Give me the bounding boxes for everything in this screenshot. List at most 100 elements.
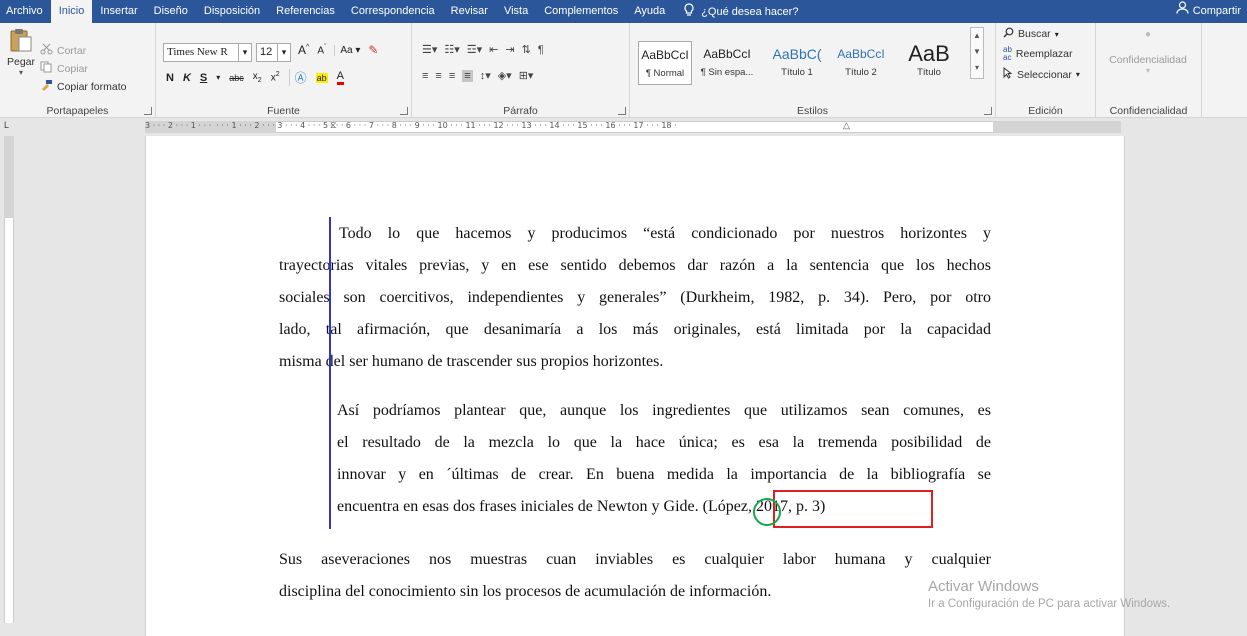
- font-color-icon[interactable]: A: [336, 70, 344, 85]
- select-button[interactable]: Seleccionar ▾: [1003, 66, 1080, 82]
- shading-icon[interactable]: ◈▾: [498, 69, 512, 82]
- confidentiality-group-label: Confidencialidad: [1109, 105, 1188, 117]
- superscript-icon[interactable]: x2: [271, 71, 280, 83]
- underline-icon[interactable]: S: [200, 72, 207, 84]
- tab-disposicion[interactable]: Disposición: [196, 0, 268, 23]
- first-line-indent-marker[interactable]: ⧖: [330, 120, 336, 131]
- tab-revisar[interactable]: Revisar: [443, 0, 496, 23]
- style-name: ¶ Sin espa...: [700, 67, 754, 78]
- paste-dropdown-icon[interactable]: ▾: [5, 68, 37, 77]
- quote-line: el resultado de la mezcla lo que la hace…: [337, 434, 991, 451]
- ribbon: Pegar ▾ Cortar Copiar Copiar formato Por…: [0, 23, 1247, 118]
- bold-icon[interactable]: N: [166, 72, 174, 84]
- tab-ayuda[interactable]: Ayuda: [626, 0, 673, 23]
- cut-button[interactable]: Cortar: [40, 43, 86, 58]
- vertical-ruler[interactable]: [0, 136, 18, 623]
- paste-label: Pegar: [6, 56, 36, 68]
- format-painter-button[interactable]: Copiar formato: [40, 79, 126, 94]
- clipboard-group: Pegar ▾ Cortar Copiar Copiar formato Por…: [0, 23, 156, 118]
- tab-vista[interactable]: Vista: [496, 0, 536, 23]
- replace-label: Reemplazar: [1015, 48, 1073, 60]
- font-name-dropdown-icon[interactable]: ▾: [238, 43, 252, 62]
- tab-selector-icon[interactable]: L: [4, 120, 14, 132]
- underline-dropdown-icon[interactable]: ▾: [216, 73, 220, 82]
- sensitivity-icon: ●: [1144, 29, 1152, 40]
- tab-referencias[interactable]: Referencias: [268, 0, 343, 23]
- scissors-icon: [40, 43, 53, 58]
- font-launcher-icon[interactable]: [400, 107, 408, 115]
- horizontal-ruler[interactable]: L 3 · · · 2 · · · 1 · · · · · · 1 · · · …: [0, 118, 1247, 136]
- cursor-icon: [1003, 66, 1013, 82]
- editing-group-label: Edición: [1028, 105, 1063, 117]
- select-dropdown-icon: ▾: [1075, 70, 1080, 79]
- vertical-ruler-top-margin: [4, 136, 14, 218]
- activation-watermark: Activar Windows Ir a Configuración de PC…: [928, 578, 1170, 610]
- find-button[interactable]: Buscar ▾: [1003, 27, 1059, 41]
- font-group-label: Fuente: [267, 105, 300, 117]
- style-normal[interactable]: AaBbCcI ¶ Normal: [638, 41, 692, 85]
- decrease-indent-icon[interactable]: ⇤: [489, 43, 498, 56]
- format-painter-label: Copiar formato: [57, 80, 127, 93]
- font-name-combobox[interactable]: Times New R: [163, 43, 239, 62]
- text-effects-icon[interactable]: Ⓐ: [288, 69, 307, 86]
- confidentiality-button[interactable]: ● Confidencialidad ▾: [1100, 29, 1196, 75]
- styles-launcher-icon[interactable]: [984, 107, 992, 115]
- font-group: Times New R ▾ 12 ▾ A^ Aˇ Aa ▾ ✎ N K S ▾ …: [156, 23, 412, 118]
- clipboard-group-label: Portapapeles: [46, 105, 109, 117]
- shrink-font-icon[interactable]: Aˇ: [317, 44, 326, 56]
- bullets-icon[interactable]: ☰▾: [422, 43, 437, 56]
- tab-complementos[interactable]: Complementos: [536, 0, 626, 23]
- align-left-icon[interactable]: ≡: [422, 70, 428, 82]
- italic-icon[interactable]: K: [183, 72, 191, 84]
- period-highlight-circle: [753, 498, 781, 526]
- multilevel-list-icon[interactable]: ☲▾: [467, 43, 482, 56]
- copy-button[interactable]: Copiar: [40, 61, 88, 76]
- style-sample: AaBbC(: [772, 46, 822, 62]
- paste-button[interactable]: Pegar ▾: [5, 27, 37, 77]
- justify-icon[interactable]: ≡: [462, 69, 473, 82]
- tab-correspondencia[interactable]: Correspondencia: [343, 0, 443, 23]
- line-spacing-icon[interactable]: ↕▾: [480, 69, 491, 82]
- clear-formatting-icon[interactable]: ✎: [368, 43, 378, 57]
- change-case-icon[interactable]: Aa ▾: [334, 44, 360, 56]
- strikethrough-icon[interactable]: abc: [229, 73, 244, 83]
- watermark-title: Activar Windows: [928, 578, 1039, 595]
- align-center-icon[interactable]: ≡: [435, 70, 441, 82]
- watermark-subtitle: Ir a Configuración de PC para activar Wi…: [928, 598, 1171, 610]
- person-icon: [1176, 0, 1189, 23]
- borders-icon[interactable]: ⊞▾: [519, 69, 534, 82]
- highlight-icon[interactable]: ab: [315, 72, 328, 83]
- paragraph-line: sociales son coercitivos, independientes…: [279, 289, 991, 306]
- body-paragraph-1[interactable]: Todo lo que hacemos y producimos “está c…: [279, 218, 991, 378]
- subscript-icon[interactable]: x2: [253, 71, 262, 84]
- styles-gallery-scroll[interactable]: ▲ ▼ ▾: [970, 27, 984, 79]
- show-marks-icon[interactable]: ¶: [538, 44, 544, 56]
- increase-indent-icon[interactable]: ⇥: [505, 43, 514, 56]
- body-paragraph-2[interactable]: Sus aseveraciones nos muestras cuan invi…: [279, 544, 991, 608]
- style-sample: AaBbCcI: [703, 47, 751, 61]
- tab-diseno[interactable]: Diseño: [146, 0, 196, 23]
- paragraph-line: misma del ser humano de trascender sus p…: [279, 353, 664, 370]
- tab-inicio[interactable]: Inicio: [50, 0, 93, 23]
- style-no-spacing[interactable]: AaBbCcI ¶ Sin espa...: [700, 41, 754, 85]
- share-button[interactable]: Compartir: [1176, 0, 1241, 23]
- sort-icon[interactable]: ⇅: [522, 43, 531, 56]
- styles-group-label: Estilos: [797, 105, 828, 117]
- grow-font-icon[interactable]: A^: [298, 43, 309, 57]
- clipboard-launcher-icon[interactable]: [144, 107, 152, 115]
- style-heading-2[interactable]: AaBbCcI Título 2: [834, 41, 888, 85]
- style-heading-1[interactable]: AaBbC( Título 1: [770, 41, 824, 85]
- tab-archivo[interactable]: Archivo: [0, 0, 51, 23]
- font-size-combobox[interactable]: 12: [256, 43, 278, 62]
- align-right-icon[interactable]: ≡: [449, 70, 455, 82]
- numbering-icon[interactable]: ☷▾: [444, 43, 459, 56]
- copy-label: Copiar: [57, 62, 88, 75]
- paragraph-launcher-icon[interactable]: [618, 107, 626, 115]
- tell-me-box[interactable]: ¿Qué desea hacer?: [673, 3, 798, 20]
- right-indent-marker[interactable]: △: [843, 120, 850, 131]
- font-size-dropdown-icon[interactable]: ▾: [277, 43, 291, 62]
- ruler-numbers: 3 · · · 2 · · · 1 · · · · · · 1 · · · 2 …: [145, 121, 677, 130]
- tab-insertar[interactable]: Insertar: [92, 0, 145, 23]
- replace-button[interactable]: ab ac Reemplazar: [1003, 46, 1073, 62]
- style-title[interactable]: AaB Título: [902, 41, 956, 85]
